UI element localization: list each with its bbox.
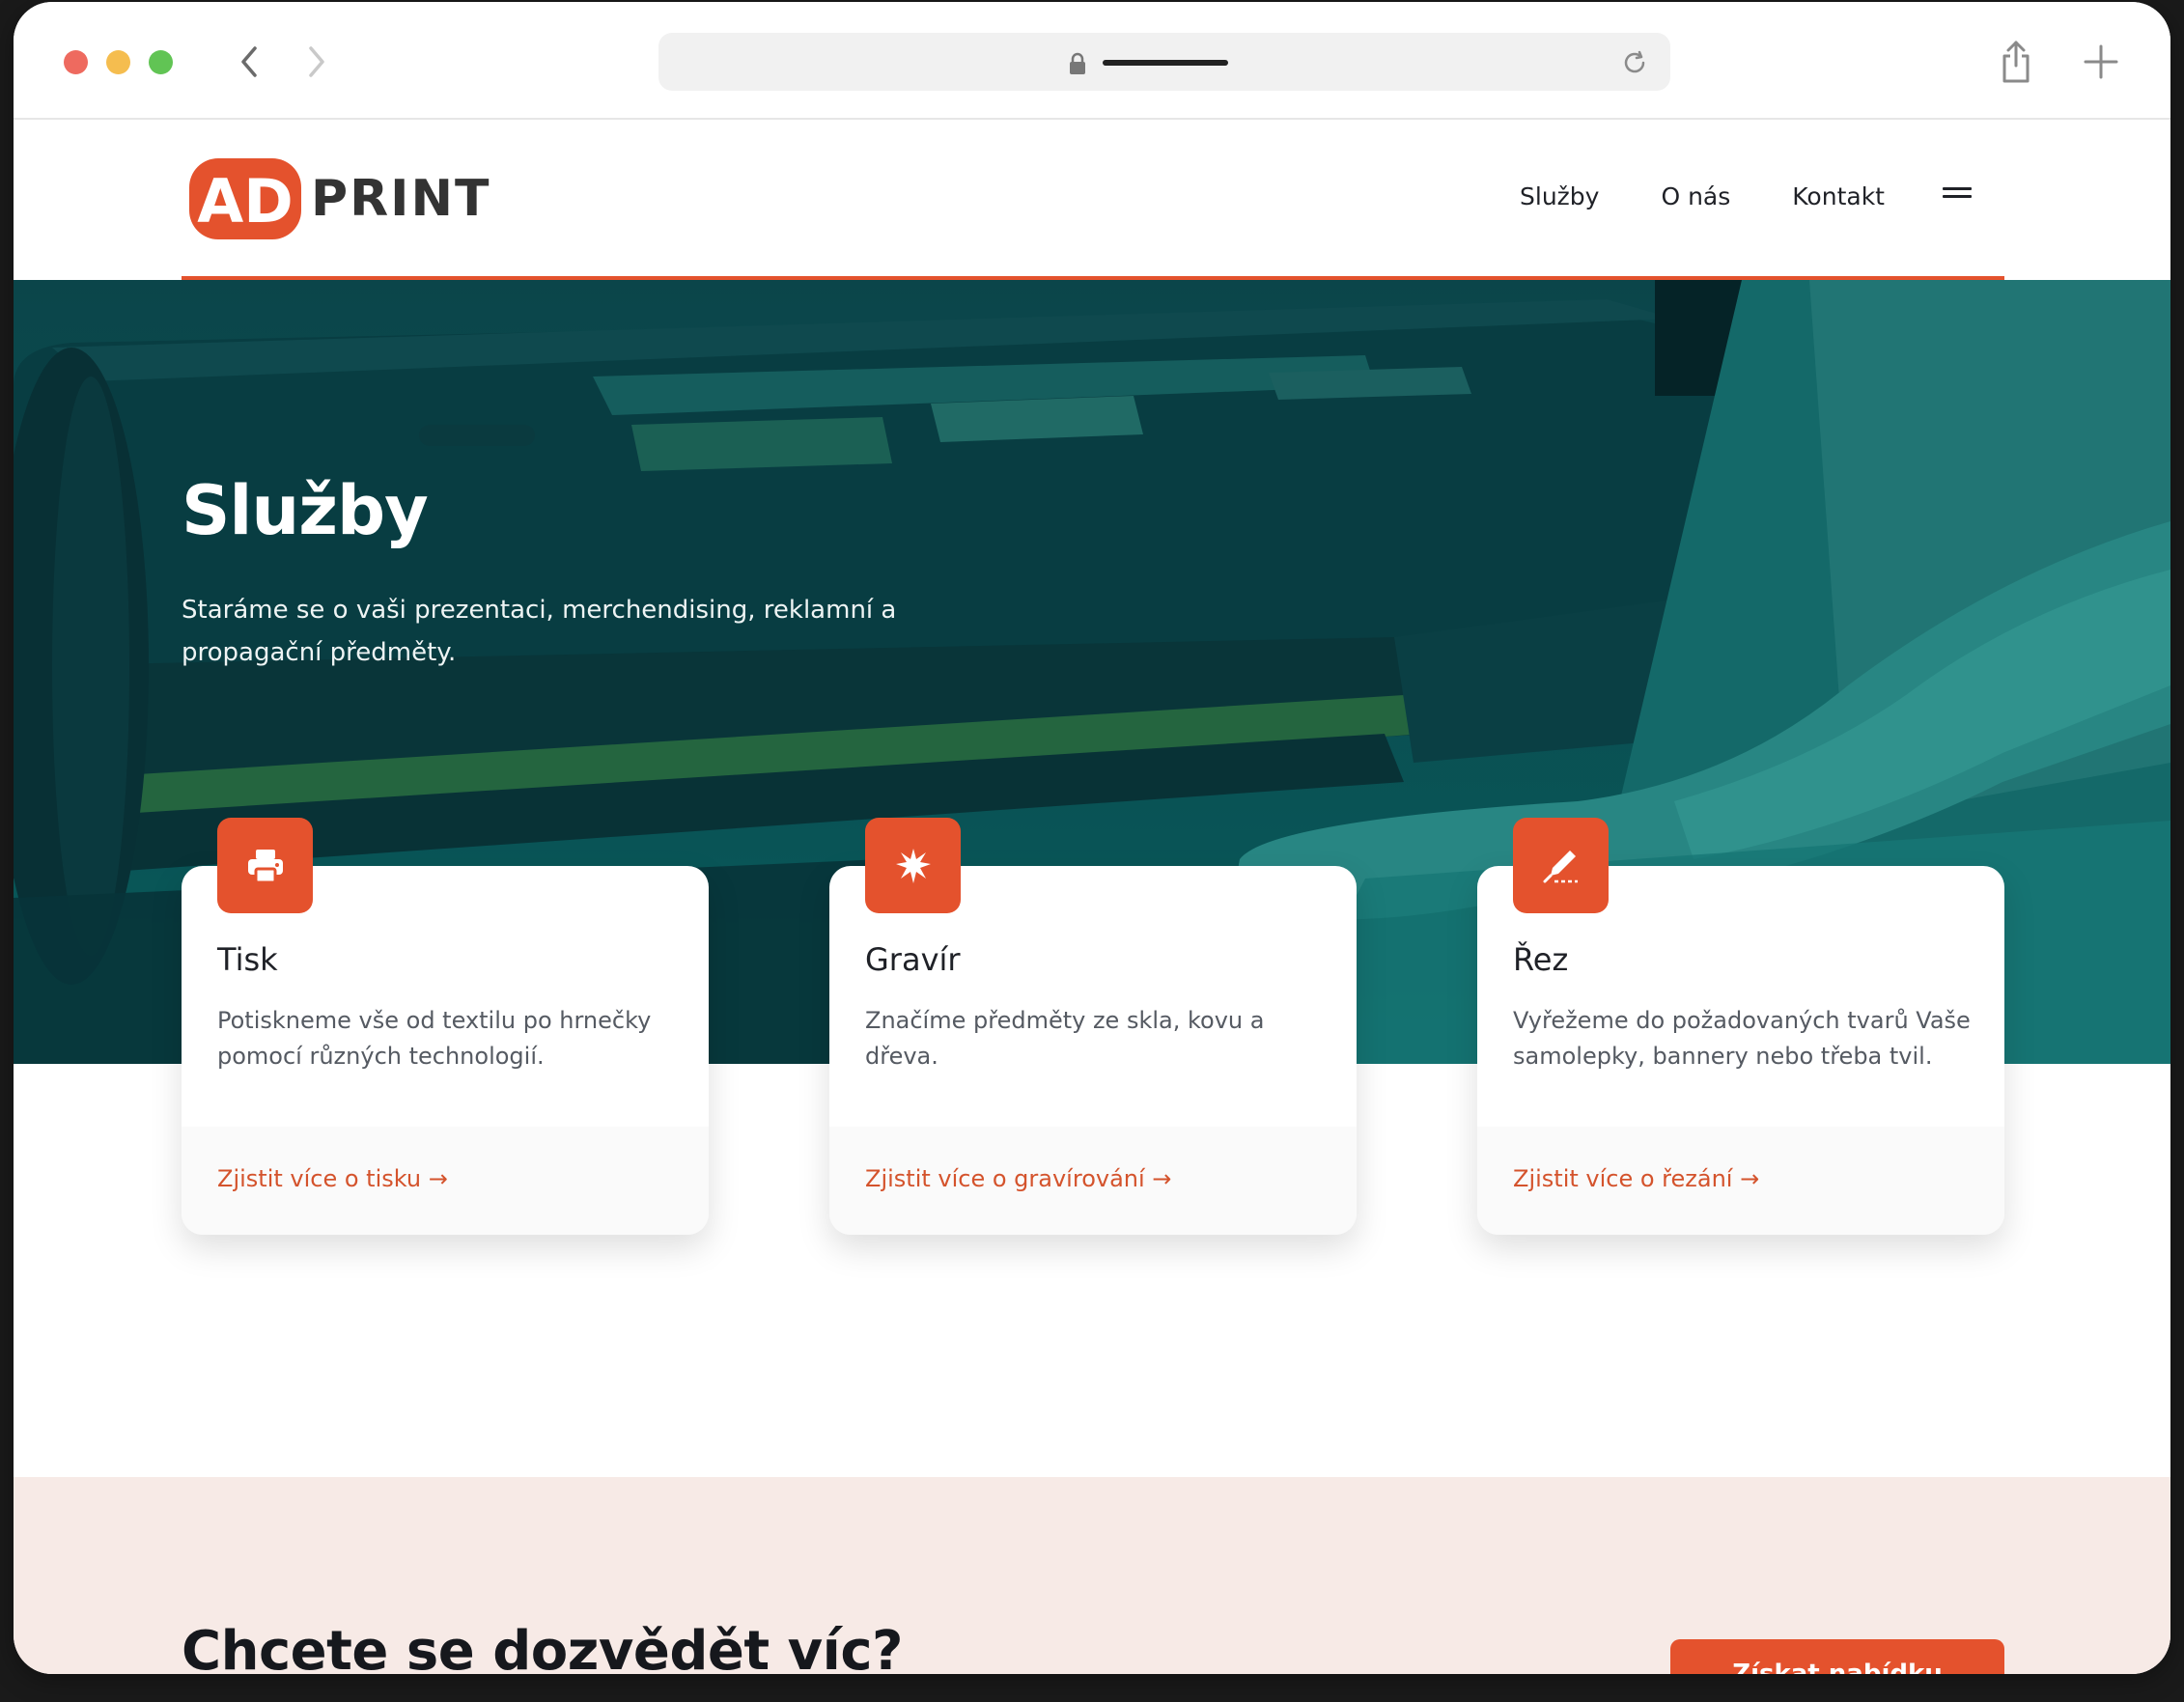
card-title: Gravír [865,941,961,978]
chevron-left-icon[interactable] [232,42,266,81]
card-footer: Zjistit více o gravírování → [829,1127,1357,1235]
burst-icon [865,818,961,913]
learn-more-link-tisk[interactable]: Zjistit více o tisku → [217,1165,448,1192]
card-footer: Zjistit více o tisku → [182,1127,709,1235]
minimize-window-button[interactable] [106,50,130,74]
card-title: Tisk [217,941,278,978]
card-footer: Zjistit více o řezání → [1477,1127,2004,1235]
logo-text: PRINT [311,170,491,228]
service-card-rez: Řez Vyřežeme do požadovaných tvarů Vaše … [1477,818,2004,1235]
service-card-gravir: Gravír Značíme předměty ze skla, kovu a … [829,818,1357,1235]
address-bar[interactable] [658,33,1670,91]
main-nav: Služby O nás Kontakt [1520,181,1946,212]
close-window-button[interactable] [64,50,88,74]
share-icon[interactable] [1997,39,2035,85]
browser-window: AD PRINT Služby O nás Kontakt Služby Sta… [14,2,2170,1674]
cta-button[interactable]: Získat nabídku [1670,1639,2004,1674]
scalpel-icon [1513,818,1609,913]
card-title: Řez [1513,941,1569,978]
learn-more-link-gravir[interactable]: Zjistit více o gravírování → [865,1165,1171,1192]
logo[interactable]: AD PRINT [187,156,491,241]
maximize-window-button[interactable] [149,50,173,74]
site-header: AD PRINT Služby O nás Kontakt [14,122,2170,280]
cta-title: Chcete se dozvědět víc? [182,1620,904,1674]
lock-icon [1068,52,1087,75]
browser-toolbar [14,2,2170,120]
page-title: Služby [182,471,429,550]
cta-section: Chcete se dozvědět víc? Získat nabídku [14,1477,2170,1674]
reload-icon[interactable] [1618,46,1651,79]
hamburger-icon[interactable] [1943,187,1972,207]
card-description: Vyřežeme do požadovaných tvarů Vaše samo… [1513,1007,1971,1070]
card-description: Potiskneme vše od textilu po hrnečky pom… [217,1007,652,1070]
svg-text:AD: AD [197,166,293,237]
hero-subtitle: Staráme se o vaši prezentaci, merchendis… [182,596,897,667]
learn-more-link-rez[interactable]: Zjistit více o řezání → [1513,1165,1759,1192]
chevron-right-icon[interactable] [299,42,334,81]
url-text [1103,60,1228,66]
plus-icon[interactable] [2082,42,2120,81]
logo-mark: AD [189,158,301,239]
nav-link-kontakt[interactable]: Kontakt [1792,181,1885,212]
card-description: Značíme předměty ze skla, kovu a dřeva. [865,1007,1265,1070]
nav-link-o-nas[interactable]: O nás [1661,181,1730,212]
printer-icon [217,818,313,913]
nav-link-sluzby[interactable]: Služby [1520,181,1599,212]
service-card-tisk: Tisk Potiskneme vše od textilu po hrnečk… [182,818,709,1235]
